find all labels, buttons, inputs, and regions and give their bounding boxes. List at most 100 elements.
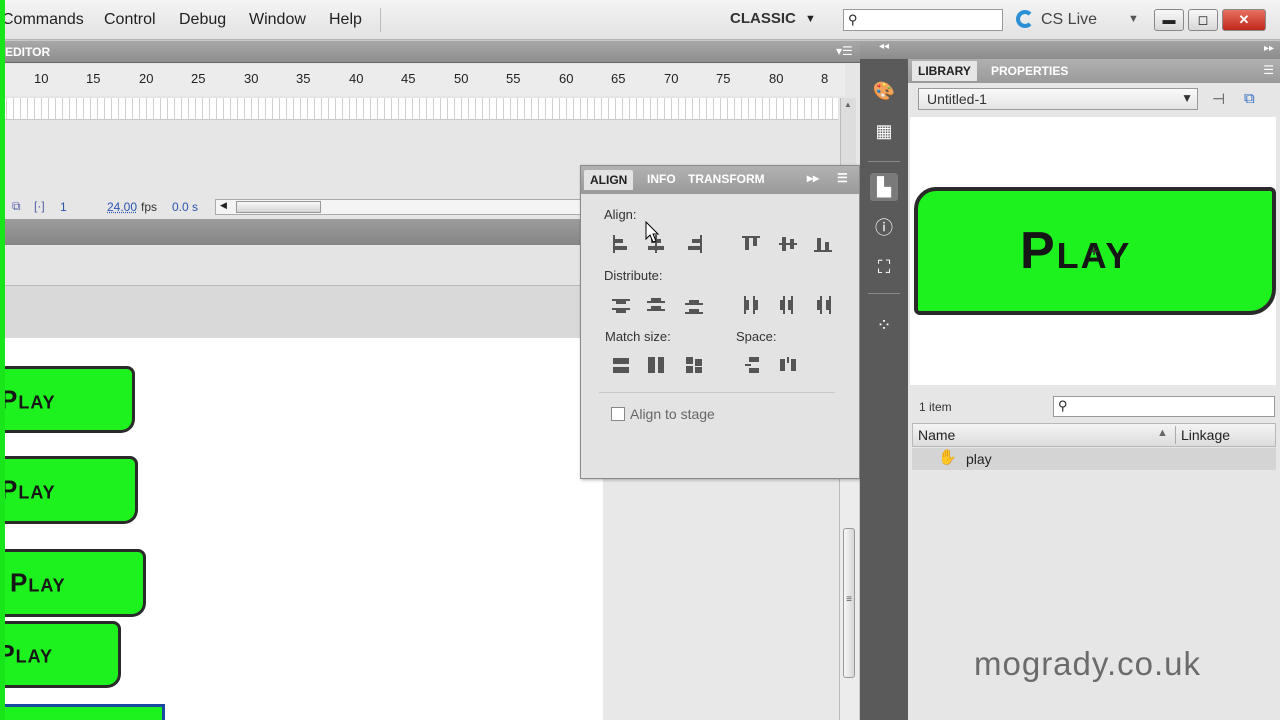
menu-debug[interactable]: Debug (179, 11, 226, 29)
distribute-top-icon[interactable] (611, 295, 631, 315)
tab-properties[interactable]: PROPERTIES (991, 64, 1068, 78)
menu-window[interactable]: Window (249, 11, 306, 29)
library-search-input[interactable]: ⚲ (1053, 396, 1275, 417)
column-linkage[interactable]: Linkage (1181, 427, 1230, 443)
panel-menu-icon[interactable]: ☰ (837, 171, 848, 185)
distribute-vertical-center-icon[interactable] (646, 295, 666, 315)
registration-point-icon: + (1090, 243, 1101, 259)
timeline-header: EDITOR ▾☰ (0, 41, 860, 63)
minimize-button[interactable]: ▬ (1154, 9, 1184, 31)
scroll-thumb[interactable]: ≡ (843, 528, 855, 678)
current-frame[interactable]: 1 (60, 200, 67, 214)
divider (599, 392, 835, 393)
ruler-label: 70 (664, 71, 679, 86)
tab-transform[interactable]: TRANSFORM (688, 172, 765, 186)
cs-live-icon[interactable] (1016, 10, 1034, 28)
info-icon[interactable]: ⓘ (870, 214, 898, 242)
panel-menu-icon[interactable]: ▾☰ (836, 44, 853, 58)
distribute-bottom-icon[interactable] (684, 295, 704, 315)
column-name[interactable]: Name (918, 427, 955, 443)
play-button-instance[interactable]: Play (0, 366, 135, 433)
column-divider[interactable] (1175, 426, 1176, 444)
scroll-up-icon[interactable]: ▲ (844, 100, 852, 109)
button-label: Play (0, 384, 56, 414)
stage-canvas[interactable]: Play Play Play Play (0, 338, 603, 720)
maximize-button[interactable]: ◻ (1188, 9, 1218, 31)
align-panel-icon[interactable]: ▙ (870, 173, 898, 201)
ruler-label: 65 (611, 71, 626, 86)
button-label: Play (10, 567, 66, 598)
frame-ruler[interactable]: 10 15 20 25 30 35 40 45 50 55 60 65 70 7… (0, 64, 845, 96)
item-count: 1 item (919, 400, 952, 414)
frame-rate[interactable]: 24.00 (107, 200, 137, 214)
space-evenly-horizontally-icon[interactable] (778, 355, 798, 375)
align-bottom-edge-icon[interactable] (813, 234, 833, 254)
play-button-instance[interactable]: Play (0, 621, 121, 688)
align-panel-tabs: ALIGN INFO TRANSFORM ▸▸ ☰ (581, 166, 859, 194)
transform-icon[interactable]: ⛶ (870, 253, 898, 281)
onion-skin-icon[interactable]: ⧉ (12, 199, 21, 214)
workspace-switcher[interactable]: CLASSIC (730, 10, 796, 27)
close-button[interactable]: ✕ (1222, 9, 1266, 31)
distribute-left-icon[interactable] (741, 295, 761, 315)
align-top-edge-icon[interactable] (741, 234, 761, 254)
library-document-select[interactable]: Untitled-1 ▼ (918, 88, 1198, 110)
collapse-icon[interactable]: ◂◂ (860, 41, 908, 59)
edit-multiple-frames-icon[interactable]: [·] (34, 199, 45, 213)
frame-row[interactable] (0, 98, 838, 120)
align-to-stage-checkbox[interactable] (611, 407, 625, 421)
button-symbol-icon: ✋ (938, 449, 957, 466)
distribute-horizontal-center-icon[interactable] (778, 295, 798, 315)
pin-library-icon[interactable]: ⊣ (1212, 90, 1225, 108)
timeline-horizontal-scrollbar[interactable]: ◀ (215, 199, 585, 215)
match-width-icon[interactable] (611, 355, 631, 375)
panel-menu-icon[interactable]: ☰ (1263, 63, 1274, 77)
ruler-label: 50 (454, 71, 469, 86)
swatches-grid-icon[interactable]: ▦ (870, 117, 898, 145)
match-width-and-height-icon[interactable] (684, 355, 704, 375)
menu-control[interactable]: Control (104, 11, 156, 29)
play-button-instance-selected[interactable] (0, 704, 165, 720)
preview-label: Play (1020, 222, 1132, 280)
chevron-down-icon[interactable]: ▼ (805, 13, 816, 25)
expand-icon[interactable]: ▸▸ (1264, 43, 1274, 54)
collapse-icon[interactable]: ▸▸ (807, 171, 819, 185)
sort-arrow-icon[interactable]: ▲ (1157, 427, 1168, 439)
align-right-edge-icon[interactable] (684, 234, 704, 254)
match-size-label: Match size: (605, 329, 671, 344)
library-tabs: LIBRARY PROPERTIES ☰ (908, 59, 1280, 83)
ruler-label: 75 (716, 71, 731, 86)
ruler-label: 60 (559, 71, 574, 86)
distribute-right-icon[interactable] (813, 295, 833, 315)
play-button-instance[interactable]: Play (0, 549, 146, 617)
scroll-left-icon[interactable]: ◀ (220, 200, 227, 211)
new-library-panel-icon[interactable]: ⧉ (1244, 90, 1255, 107)
preview-play-button: Play + (914, 187, 1276, 315)
play-button-instance[interactable]: Play (0, 456, 138, 524)
align-vertical-center-icon[interactable] (778, 234, 798, 254)
components-icon[interactable]: ⁘ (870, 311, 898, 339)
scroll-thumb[interactable] (236, 201, 321, 213)
color-palette-icon[interactable]: 🎨 (870, 77, 898, 105)
match-height-icon[interactable] (646, 355, 666, 375)
elapsed-time[interactable]: 0.0 s (172, 200, 198, 214)
library-document-name: Untitled-1 (927, 91, 987, 107)
ruler-label: 25 (191, 71, 206, 86)
space-evenly-vertically-icon[interactable] (743, 355, 763, 375)
tab-library[interactable]: LIBRARY (912, 61, 977, 81)
help-search-input[interactable]: ⚲ (843, 9, 1003, 31)
search-icon: ⚲ (1058, 398, 1068, 413)
ruler-label: 10 (34, 71, 49, 86)
tab-info[interactable]: INFO (647, 172, 676, 186)
frame-rate-unit: fps (141, 200, 158, 214)
menu-help[interactable]: Help (329, 11, 362, 29)
menu-divider (380, 8, 381, 32)
align-left-edge-icon[interactable] (611, 234, 631, 254)
align-to-stage-label[interactable]: Align to stage (630, 406, 715, 422)
library-item-row[interactable]: ✋ play (912, 448, 1276, 470)
menu-commands[interactable]: Commands (2, 11, 84, 29)
cs-live-button[interactable]: CS Live (1041, 11, 1097, 29)
tab-align[interactable]: ALIGN (584, 170, 634, 190)
chevron-down-icon[interactable]: ▼ (1128, 13, 1139, 25)
space-label: Space: (736, 329, 777, 344)
